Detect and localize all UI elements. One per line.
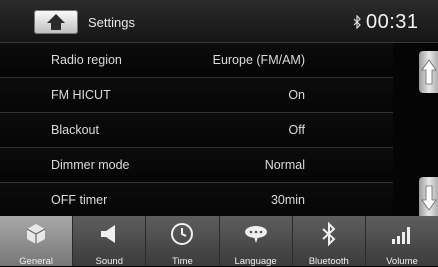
tab-label: General (19, 256, 53, 267)
setting-value: Off (288, 123, 305, 137)
setting-row-dimmer-mode[interactable]: Dimmer mode Normal (0, 148, 393, 183)
setting-label: Radio region (51, 53, 122, 67)
tab-general[interactable]: General (0, 216, 74, 267)
speech-bubble-icon (244, 226, 267, 243)
setting-row-off-timer[interactable]: OFF timer 30min (0, 183, 393, 218)
settings-cube-icon (26, 224, 46, 244)
page-title: Settings (88, 15, 135, 30)
setting-label: OFF timer (51, 193, 108, 207)
clock-icon (171, 223, 194, 245)
arrow-up-icon (421, 59, 437, 85)
tab-language[interactable]: Language (220, 216, 293, 267)
setting-label: Blackout (51, 123, 99, 137)
setting-label: FM HICUT (51, 88, 111, 102)
settings-list: Radio region Europe (FM/AM) FM HICUT On … (0, 43, 393, 218)
scroll-column (395, 43, 438, 219)
bluetooth-status-icon (353, 15, 361, 29)
scroll-up-button[interactable] (419, 51, 438, 93)
header-bar: Settings 00:31 (0, 0, 438, 43)
tab-volume[interactable]: Volume (366, 216, 438, 267)
home-button[interactable] (34, 10, 78, 34)
setting-label: Dimmer mode (51, 158, 130, 172)
setting-value: Europe (FM/AM) (212, 53, 305, 67)
arrow-down-icon (421, 185, 437, 211)
clock-time: 00:31 (366, 11, 419, 33)
tab-sound[interactable]: Sound (73, 216, 147, 267)
tab-bluetooth[interactable]: Bluetooth (293, 216, 366, 267)
setting-row-radio-region[interactable]: Radio region Europe (FM/AM) (0, 43, 393, 78)
settings-screen: Settings 00:31 Radio region Europe (FM/A… (0, 0, 438, 267)
scroll-down-button[interactable] (419, 177, 438, 219)
bottom-tab-bar: General Sound Time Language Bluetooth Vo… (0, 216, 438, 267)
volume-bars-icon (391, 227, 410, 244)
setting-value: On (288, 88, 305, 102)
setting-value: Normal (264, 158, 305, 172)
tab-time[interactable]: Time (146, 216, 220, 267)
tab-label: Bluetooth (308, 256, 349, 267)
home-icon (47, 14, 65, 30)
setting-value: 30min (270, 193, 305, 207)
tab-label: Sound (95, 256, 123, 267)
speaker-icon (101, 225, 116, 243)
setting-row-blackout[interactable]: Blackout Off (0, 113, 393, 148)
setting-row-fm-hicut[interactable]: FM HICUT On (0, 78, 393, 113)
tab-label: Language (234, 256, 277, 267)
tab-label: Volume (386, 256, 418, 267)
bluetooth-icon (322, 222, 336, 246)
tab-label: Time (172, 256, 193, 267)
